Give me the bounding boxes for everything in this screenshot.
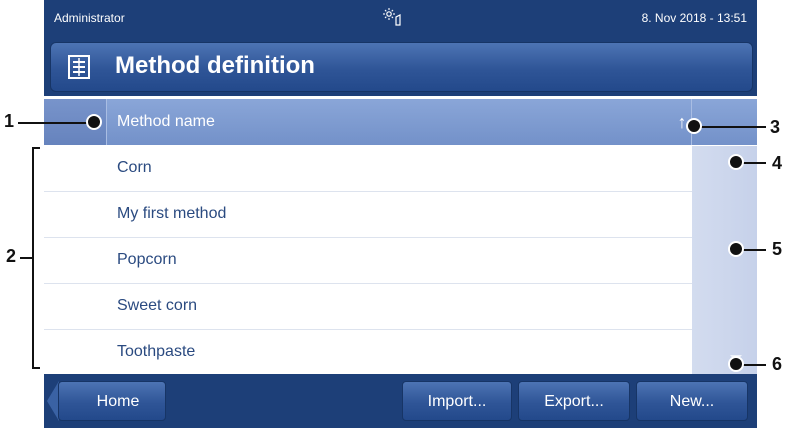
list-header: Method name ↑ bbox=[44, 99, 757, 145]
callout-dot-3 bbox=[686, 118, 702, 134]
callout-number-1: 1 bbox=[4, 111, 15, 131]
footer-bar: Home Import... Export... New... bbox=[44, 374, 757, 428]
list-item[interactable]: Sweet corn bbox=[44, 284, 692, 330]
export-button[interactable]: Export... bbox=[518, 381, 630, 421]
callout-dot-6 bbox=[728, 356, 744, 372]
callout-number-3: 3 bbox=[770, 117, 781, 137]
list-item-label: Toothpaste bbox=[117, 343, 196, 360]
callout-number-2: 2 bbox=[6, 246, 17, 266]
callout-number-4: 4 bbox=[772, 153, 783, 173]
column-header-method-name[interactable]: Method name bbox=[117, 113, 215, 131]
list-item[interactable]: My first method bbox=[44, 192, 692, 238]
method-list-icon bbox=[67, 54, 91, 80]
brightness-touch-icon[interactable] bbox=[382, 6, 404, 28]
user-name: Administrator bbox=[54, 11, 125, 25]
list-item[interactable]: Corn bbox=[44, 146, 692, 192]
callout-number-5: 5 bbox=[772, 239, 783, 259]
new-button[interactable]: New... bbox=[636, 381, 748, 421]
scroll-thumb[interactable] bbox=[702, 176, 747, 346]
callout-dot-5 bbox=[728, 241, 744, 257]
callout-dot-4 bbox=[728, 154, 744, 170]
list-item-label: Sweet corn bbox=[117, 297, 198, 314]
status-bar: Administrator 8. Nov 2018 - 13:51 bbox=[44, 0, 757, 38]
list-item[interactable]: Popcorn bbox=[44, 238, 692, 284]
title-panel: Method definition bbox=[50, 42, 753, 92]
date-time: 8. Nov 2018 - 13:51 bbox=[641, 11, 747, 25]
callout-number-6: 6 bbox=[772, 354, 783, 374]
scrollbar[interactable] bbox=[692, 146, 757, 374]
list-item[interactable]: Toothpaste bbox=[44, 330, 692, 375]
terminal-screen: Administrator 8. Nov 2018 - 13:51 Method… bbox=[44, 0, 757, 428]
callout-bracket-2 bbox=[32, 147, 40, 369]
title-bar: Method definition bbox=[44, 38, 757, 96]
list-item-label: My first method bbox=[117, 205, 227, 222]
callout-dot-1 bbox=[86, 114, 102, 130]
import-button[interactable]: Import... bbox=[402, 381, 512, 421]
home-button[interactable]: Home bbox=[58, 381, 166, 421]
page-title: Method definition bbox=[115, 52, 315, 79]
list-item-label: Popcorn bbox=[117, 251, 177, 268]
method-list: Corn My first method Popcorn Sweet corn … bbox=[44, 146, 692, 375]
list-item-label: Corn bbox=[117, 159, 152, 176]
